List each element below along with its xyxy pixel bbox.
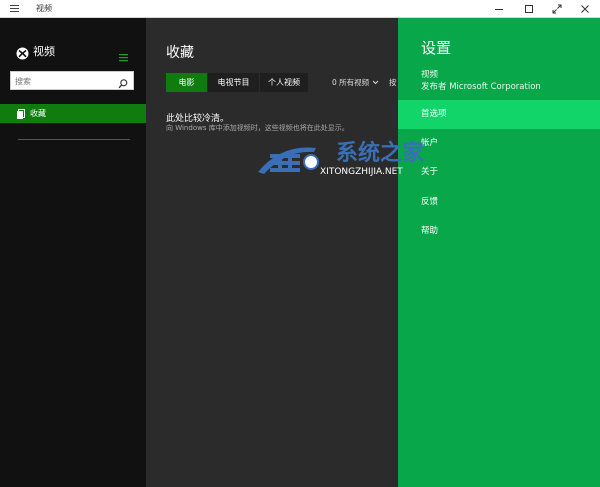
chevron-down-icon [372,78,379,87]
watermark-subtext: XITONGZHIJIA.NET [320,167,403,177]
settings-pane: 设置 视频 发布者 Microsoft Corporation 首选项 帐户 关… [398,18,600,487]
tab-tv-shows[interactable]: 电视节目 [208,73,259,92]
search-box[interactable] [10,71,134,90]
search-icon[interactable] [117,75,129,89]
settings-publisher: 发布者 Microsoft Corporation [421,82,541,92]
xbox-logo-icon [16,45,29,60]
settings-app-name: 视频 [421,70,439,80]
page-title: 收藏 [166,45,194,61]
tab-bar: 电影 电视节目 个人视频 [166,73,308,92]
main-content: 收藏 电影 电视节目 个人视频 0 所有视频 按 此处比较冷清。 向 Windo… [146,18,398,487]
settings-item-help[interactable]: 帮助 [398,217,600,246]
watermark-logo: 系统之家 XITONGZHIJIA.NET [258,140,425,177]
app-name: 视频 [33,45,55,58]
settings-title: 设置 [421,39,452,57]
collection-icon [16,108,25,119]
title-bar: 视频 [0,0,600,18]
filter-label: 0 所有视频 [332,78,370,87]
settings-item-preferences[interactable]: 首选项 [398,100,600,129]
sidebar-item-label: 收藏 [30,109,46,118]
sidebar-item-collection[interactable]: 收藏 [0,104,146,123]
watermark-text: 系统之家 [336,140,425,166]
maximize-icon[interactable] [514,0,544,17]
tab-personal-videos[interactable]: 个人视频 [260,73,308,92]
sidebar: 视频 收藏 [0,18,146,487]
settings-item-feedback[interactable]: 反馈 [398,188,600,217]
hamburger-icon[interactable] [9,3,21,14]
search-input[interactable] [15,74,115,88]
tab-movies[interactable]: 电影 [166,73,207,92]
sidebar-divider [18,139,130,140]
close-icon[interactable] [570,0,600,17]
minimize-icon[interactable] [484,0,514,17]
menu-icon[interactable] [119,47,129,62]
filter-dropdown[interactable]: 0 所有视频 [332,77,379,88]
window-title: 视频 [36,4,52,13]
fullscreen-icon[interactable] [542,0,572,17]
sort-dropdown[interactable]: 按 [389,77,397,88]
